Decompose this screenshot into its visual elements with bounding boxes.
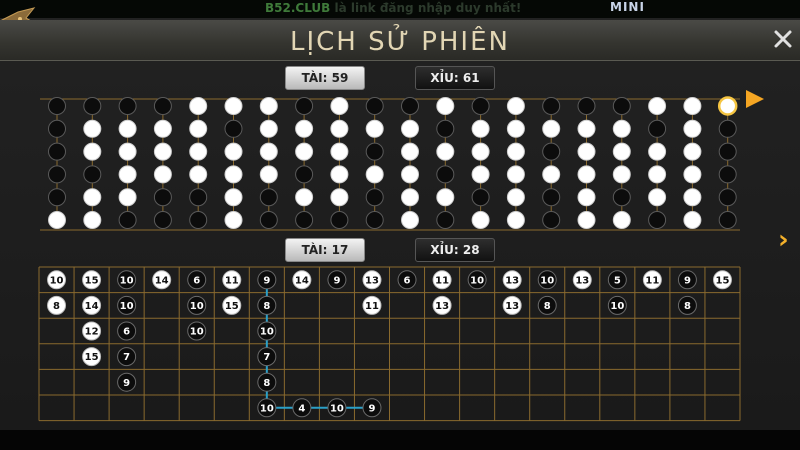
bead-value: 13	[505, 275, 519, 286]
bead-value: 10	[50, 275, 64, 286]
bead-value: 11	[225, 275, 239, 286]
bead-value: 14	[155, 275, 169, 286]
bead-value: 10	[190, 327, 204, 338]
bottom-strip	[0, 430, 800, 450]
bead-value: 14	[295, 275, 309, 286]
bead-road-grid: 10 8 15 14 12 15 10 10 6 7 9 14 6 10 10 11 15 9 8 10 7 8 10 14 4…	[38, 266, 741, 422]
bead-value: 13	[365, 275, 379, 286]
bead-value: 15	[716, 275, 730, 286]
bead-value: 10	[190, 301, 204, 312]
bead-value: 9	[263, 275, 270, 286]
bead-value: 8	[263, 301, 270, 312]
bead-value: 10	[330, 403, 344, 414]
bead-value: 13	[435, 301, 449, 312]
bead-value: 13	[575, 275, 589, 286]
bead-value: 9	[123, 378, 130, 389]
bead-value: 15	[225, 301, 239, 312]
bead-value: 10	[260, 327, 274, 338]
bead-value: 11	[435, 275, 449, 286]
bead-value: 6	[123, 327, 130, 338]
bead-value: 6	[193, 275, 200, 286]
bead-value: 10	[470, 275, 484, 286]
bead-value: 7	[123, 352, 130, 363]
bead-value: 10	[120, 301, 134, 312]
bead-value: 6	[404, 275, 411, 286]
bead-value: 8	[684, 301, 691, 312]
bead-value: 9	[684, 275, 691, 286]
bead-value: 15	[85, 275, 99, 286]
bead-value: 5	[614, 275, 621, 286]
bead-value: 10	[120, 275, 134, 286]
bead-value: 13	[505, 301, 519, 312]
bead-value: 8	[263, 378, 270, 389]
bead-value: 9	[368, 403, 375, 414]
bead-value: 11	[645, 275, 659, 286]
bead-value: 7	[263, 352, 270, 363]
bead-value: 10	[610, 301, 624, 312]
bead-value: 8	[53, 301, 60, 312]
bead-value: 15	[85, 352, 99, 363]
bead-value: 10	[540, 275, 554, 286]
bead-value: 14	[85, 301, 99, 312]
bead-value: 11	[365, 301, 379, 312]
bead-value: 9	[333, 275, 340, 286]
bead-value: 10	[260, 403, 274, 414]
bead-value: 12	[85, 327, 99, 338]
bead-value: 4	[298, 403, 305, 414]
bead-value: 8	[544, 301, 551, 312]
